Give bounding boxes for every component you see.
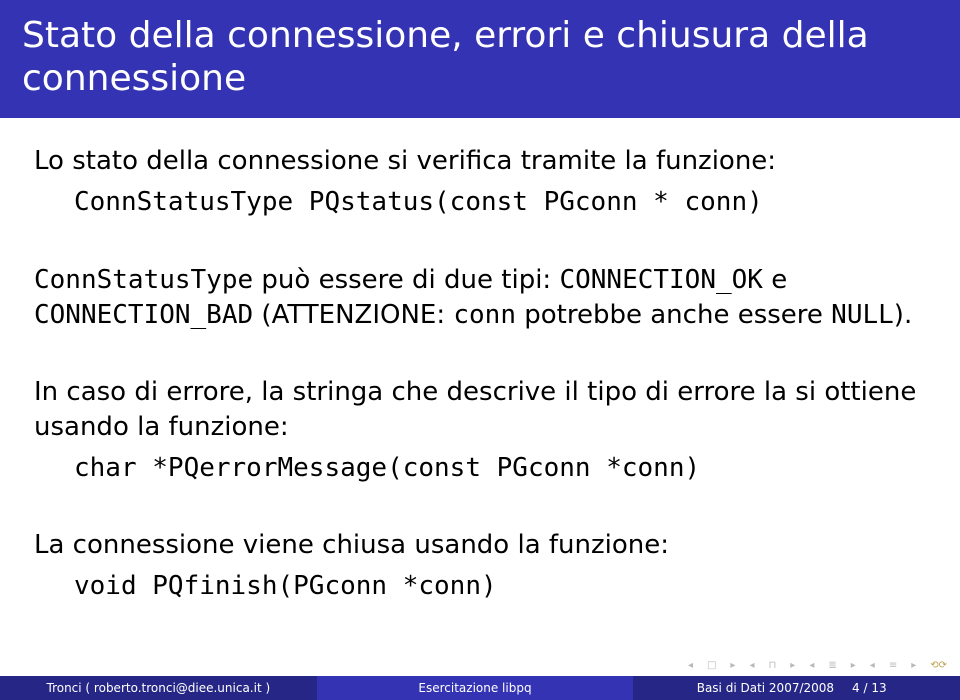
code-connstatustype: ConnStatusType: [34, 265, 253, 295]
nav-eq2-prev-icon[interactable]: [865, 660, 880, 671]
para-error: In caso di errore, la stringa che descri…: [34, 375, 926, 486]
code-pqstatus: ConnStatusType PQstatus(const PGconn * c…: [34, 185, 926, 220]
text-types-j: ).: [894, 300, 912, 330]
text-types-b: può essere di due tipi:: [253, 265, 559, 295]
slide-frame: Stato della connessione, errori e chiusu…: [0, 0, 960, 700]
nav-outline2-icon[interactable]: [884, 660, 902, 671]
slide-body: Lo stato della connessione si verifica t…: [0, 118, 960, 604]
footer-page: 4 / 13: [852, 681, 887, 695]
code-connection-ok: CONNECTION_OK: [559, 265, 763, 295]
text-types-f: (ATTENZIONE:: [253, 300, 453, 330]
code-null: NULL: [831, 300, 894, 330]
footer: Tronci ( roberto.tronci@diee.unica.it ) …: [0, 676, 960, 700]
footer-center: Esercitazione libpq: [317, 676, 634, 700]
nav-prev-icon[interactable]: [683, 660, 698, 671]
text-types-d: e: [763, 265, 787, 295]
nav-eq2-next-icon[interactable]: [906, 660, 921, 671]
nav-back-sub-icon[interactable]: [744, 660, 759, 671]
para-types: ConnStatusType può essere di due tipi: C…: [34, 263, 926, 333]
text-finish-intro: La connessione viene chiusa usando la fu…: [34, 530, 669, 560]
nav-eq-next-icon[interactable]: [846, 660, 861, 671]
nav-next-icon[interactable]: [725, 660, 740, 671]
nav-stop-icon[interactable]: [702, 660, 721, 671]
code-pqfinish: void PQfinish(PGconn *conn): [34, 569, 926, 604]
nav-cycle-icon[interactable]: ⟲⟳: [925, 660, 952, 671]
footer-author: Tronci ( roberto.tronci@diee.unica.it ): [0, 676, 317, 700]
footer-course: Basi di Dati 2007/2008: [697, 681, 834, 695]
slide-title: Stato della connessione, errori e chiusu…: [0, 0, 960, 118]
code-pqerrormessage: char *PQerrorMessage(const PGconn *conn): [34, 451, 926, 486]
text-status-intro: Lo stato della connessione si verifica t…: [34, 146, 776, 176]
text-error-intro: In caso di errore, la stringa che descri…: [34, 377, 916, 442]
para-status: Lo stato della connessione si verifica t…: [34, 144, 926, 220]
nav-controls: ⟲⟳: [679, 654, 956, 676]
nav-fwd-sub-icon[interactable]: [785, 660, 800, 671]
text-types-h: potrebbe anche essere: [516, 300, 831, 330]
code-connection-bad: CONNECTION_BAD: [34, 300, 253, 330]
footer-right: Basi di Dati 2007/2008 4 / 13: [633, 676, 960, 700]
code-conn: conn: [453, 300, 516, 330]
nav-eq-prev-icon[interactable]: [804, 660, 819, 671]
nav-section-icon[interactable]: [763, 660, 781, 671]
para-finish: La connessione viene chiusa usando la fu…: [34, 528, 926, 604]
nav-outline-icon[interactable]: [823, 660, 841, 671]
